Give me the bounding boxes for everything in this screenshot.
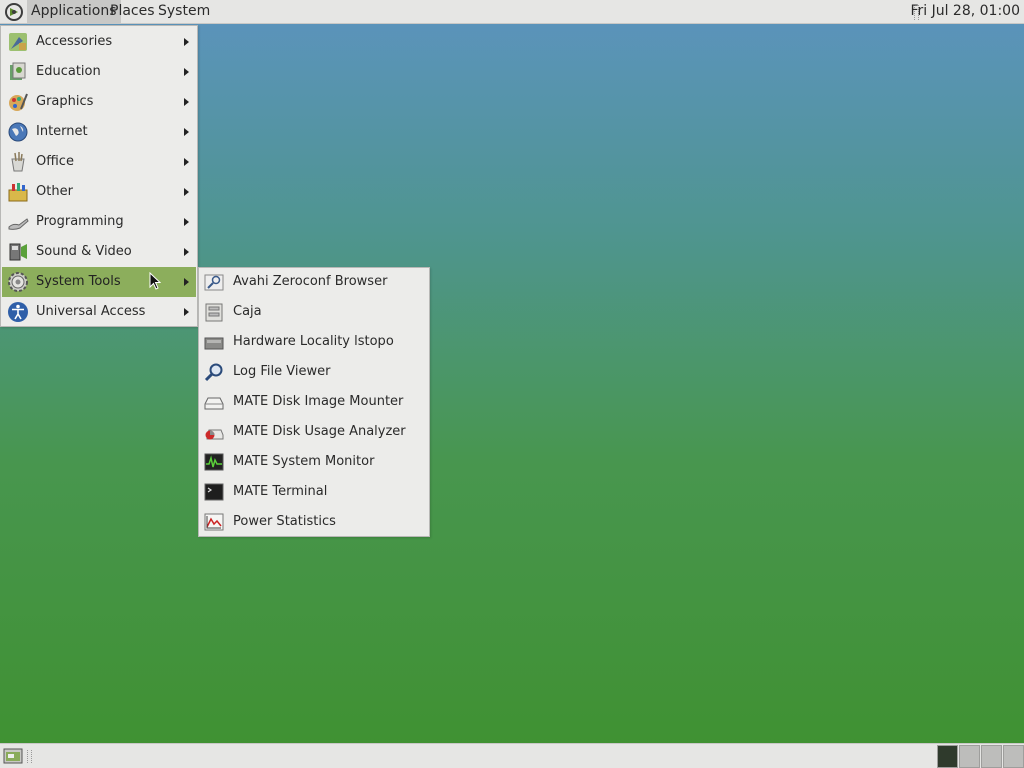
submenu-item-label: Hardware Locality lstopo <box>233 334 394 349</box>
menu-item-label: Internet <box>36 124 88 139</box>
menu-item-label: Other <box>36 184 73 199</box>
menu-item-label: Graphics <box>36 94 94 109</box>
submenu-arrow-icon <box>184 218 189 226</box>
hardware-locality-icon <box>204 337 224 350</box>
menu-item-education[interactable]: Education <box>2 57 196 87</box>
submenu-item-label: MATE System Monitor <box>233 454 375 469</box>
submenu-arrow-icon <box>184 278 189 286</box>
workspace-4[interactable] <box>1003 745 1024 768</box>
submenu-item-terminal[interactable]: MATE Terminal <box>200 477 428 507</box>
submenu-arrow-icon <box>184 128 189 136</box>
system-tools-gear-icon <box>8 272 28 292</box>
bottom-panel <box>0 743 1024 768</box>
system-menu[interactable]: System <box>154 0 214 24</box>
menu-item-label: Universal Access <box>36 304 146 319</box>
submenu-arrow-icon <box>184 68 189 76</box>
menu-item-universal-access[interactable]: Universal Access <box>2 297 196 327</box>
submenu-item-label: MATE Disk Usage Analyzer <box>233 424 406 439</box>
show-desktop-icon[interactable] <box>3 747 23 765</box>
internet-globe-icon <box>8 122 28 142</box>
power-statistics-icon <box>204 513 224 531</box>
submenu-arrow-icon <box>184 158 189 166</box>
menu-item-label: Education <box>36 64 101 79</box>
menu-item-office[interactable]: Office <box>2 147 196 177</box>
disk-image-mounter-icon <box>204 397 224 410</box>
submenu-item-label: Power Statistics <box>233 514 336 529</box>
workspace-2[interactable] <box>959 745 980 768</box>
submenu-item-disk-usage-analyzer[interactable]: MATE Disk Usage Analyzer <box>200 417 428 447</box>
accessories-icon <box>9 33 27 51</box>
universal-access-icon <box>8 302 28 322</box>
top-panel: Applications Places System Fri Jul 28, 0… <box>0 0 1024 24</box>
education-icon <box>10 62 26 80</box>
workspace-1[interactable] <box>937 745 958 768</box>
other-toolbox-icon <box>8 183 28 202</box>
submenu-item-label: Log File Viewer <box>233 364 331 379</box>
menu-item-graphics[interactable]: Graphics <box>2 87 196 117</box>
menu-item-accessories[interactable]: Accessories <box>2 27 196 57</box>
submenu-arrow-icon <box>184 248 189 256</box>
disk-usage-analyzer-icon <box>205 429 224 440</box>
submenu-item-hardware-locality[interactable]: Hardware Locality lstopo <box>200 327 428 357</box>
avahi-browser-icon <box>204 274 224 291</box>
mouse-cursor-icon <box>149 272 161 290</box>
menu-item-system-tools[interactable]: System Tools <box>2 267 196 297</box>
clock[interactable]: Fri Jul 28, 01:00 <box>910 0 1020 24</box>
graphics-icon <box>9 93 28 111</box>
panel-handle[interactable] <box>27 750 32 763</box>
submenu-item-disk-image-mounter[interactable]: MATE Disk Image Mounter <box>200 387 428 417</box>
submenu-arrow-icon <box>184 188 189 196</box>
system-tools-submenu: Avahi Zeroconf Browser Caja Hardware Loc… <box>198 267 430 537</box>
submenu-item-caja[interactable]: Caja <box>200 297 428 327</box>
places-menu[interactable]: Places <box>106 0 159 24</box>
submenu-item-power-statistics[interactable]: Power Statistics <box>200 507 428 537</box>
mate-logo-icon[interactable] <box>4 2 24 22</box>
submenu-item-label: MATE Terminal <box>233 484 328 499</box>
menu-item-sound-video[interactable]: Sound & Video <box>2 237 196 267</box>
submenu-item-label: Avahi Zeroconf Browser <box>233 274 388 289</box>
menu-item-programming[interactable]: Programming <box>2 207 196 237</box>
menu-item-label: Accessories <box>36 34 113 49</box>
applications-dropdown: Accessories Education Graphics Internet <box>0 25 198 327</box>
menu-item-label: Office <box>36 154 74 169</box>
menu-item-label: Sound & Video <box>36 244 132 259</box>
menu-item-label: Programming <box>36 214 124 229</box>
submenu-arrow-icon <box>184 38 189 46</box>
caja-file-manager-icon <box>205 303 223 322</box>
submenu-arrow-icon <box>184 98 189 106</box>
log-viewer-magnifier-icon <box>204 363 223 382</box>
office-icon <box>11 152 25 172</box>
programming-icon <box>8 218 29 230</box>
sound-video-icon <box>9 243 27 261</box>
submenu-item-label: MATE Disk Image Mounter <box>233 394 404 409</box>
system-monitor-icon <box>204 453 224 471</box>
submenu-item-avahi[interactable]: Avahi Zeroconf Browser <box>200 267 428 297</box>
submenu-arrow-icon <box>184 308 189 316</box>
submenu-item-label: Caja <box>233 304 262 319</box>
workspace-3[interactable] <box>981 745 1002 768</box>
menu-item-other[interactable]: Other <box>2 177 196 207</box>
terminal-icon <box>204 483 224 501</box>
submenu-item-system-monitor[interactable]: MATE System Monitor <box>200 447 428 477</box>
menu-item-internet[interactable]: Internet <box>2 117 196 147</box>
menu-item-label: System Tools <box>36 274 121 289</box>
submenu-item-log-file-viewer[interactable]: Log File Viewer <box>200 357 428 387</box>
